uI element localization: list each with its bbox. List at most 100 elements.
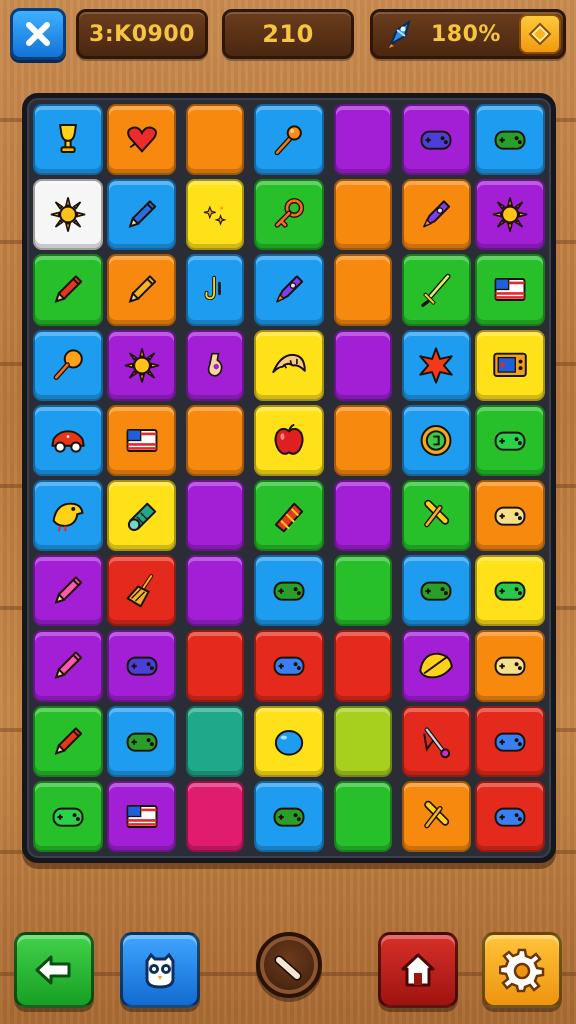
tile-r2-c7[interactable] [475,179,545,251]
tile-r4-c1[interactable] [33,329,103,401]
tile-r6-c5[interactable] [333,479,392,552]
tile-r2-c1[interactable] [33,179,103,251]
tile-r5-c7[interactable] [475,404,545,476]
pencil-icon [54,576,82,605]
tile-r1-c6[interactable] [401,104,472,176]
tile-r2-c3[interactable] [186,179,245,251]
potion-icon [207,352,223,377]
tile-r1-c1[interactable] [33,104,103,176]
tile-r10-c1[interactable] [33,780,103,852]
tile-r5-c4[interactable] [254,404,324,476]
tile-r10-c7[interactable] [475,780,545,852]
tile-r4-c3[interactable] [186,329,245,401]
tile-r5-c1[interactable] [33,404,103,476]
tile-r6-c3[interactable] [186,479,245,552]
tile-r4-c7[interactable] [475,329,545,401]
tile-r2-c4[interactable] [254,179,324,251]
tile-r3-c3[interactable] [186,254,245,326]
tile-r2-c6[interactable] [401,179,472,251]
tile-r8-c1[interactable] [33,630,103,702]
tile-r9-c1[interactable] [33,705,103,777]
tile-r5-c5[interactable] [333,404,392,476]
tile-r7-c3[interactable] [186,555,245,627]
tile-r9-c2[interactable] [106,705,177,777]
rocket-gem-icon [388,19,411,48]
gamepad-icon [494,581,526,601]
tile-r7-c1[interactable] [33,555,103,627]
settings-button[interactable] [482,932,562,1008]
tile-r7-c2[interactable] [106,555,177,627]
close-button[interactable] [10,8,66,60]
tv-icon [493,352,527,377]
candy-bar-icon [274,502,304,533]
back-button[interactable] [14,932,94,1008]
tile-r3-c2[interactable] [106,254,177,326]
tile-r7-c5[interactable] [333,555,392,627]
hammer-icon [424,800,450,829]
tile-r7-c7[interactable] [475,555,545,627]
hint-button[interactable] [120,932,200,1008]
tile-r8-c2[interactable] [106,630,177,702]
pencil-icon [128,275,156,304]
tile-r6-c2[interactable] [106,479,177,552]
tile-r5-c2[interactable] [106,404,177,476]
tile-r5-c6[interactable] [401,404,472,476]
tile-r1-c2[interactable] [106,104,177,176]
tile-r6-c4[interactable] [254,479,324,552]
tile-r9-c4[interactable] [254,705,324,777]
car-icon [51,430,85,453]
tile-r4-c6[interactable] [401,329,472,401]
score-text: 210 [262,20,314,48]
tile-r9-c7[interactable] [475,705,545,777]
tile-r8-c3[interactable] [186,630,245,702]
tile-r10-c2[interactable] [106,780,177,852]
tile-r1-c7[interactable] [475,104,545,176]
tile-r1-c4[interactable] [254,104,324,176]
tile-r6-c6[interactable] [401,479,472,552]
tile-r6-c7[interactable] [475,479,545,552]
taco-icon [419,653,454,679]
tile-r3-c7[interactable] [475,254,545,326]
tile-r8-c7[interactable] [475,630,545,702]
tile-r7-c4[interactable] [254,555,324,627]
tile-r3-c6[interactable] [401,254,472,326]
tile-r9-c3[interactable] [186,705,245,777]
tile-r4-c4[interactable] [254,329,324,401]
gamepad-icon [494,732,526,752]
tile-r10-c6[interactable] [401,780,472,852]
tile-r5-c3[interactable] [186,404,245,476]
tile-r6-c1[interactable] [33,479,103,552]
gamepad-icon [420,130,452,150]
tile-r10-c5[interactable] [333,780,392,852]
gamepad-icon [420,581,452,601]
tile-r8-c6[interactable] [401,630,472,702]
tile-r4-c2[interactable] [106,329,177,401]
bonus-button[interactable] [519,14,561,54]
tile-r3-c4[interactable] [254,254,324,326]
croissant-icon [272,353,306,373]
tile-r4-c5[interactable] [333,329,392,401]
tile-r8-c5[interactable] [333,630,392,702]
tile-r10-c3[interactable] [186,780,245,852]
tile-r9-c6[interactable] [401,705,472,777]
tile-r7-c6[interactable] [401,555,472,627]
tile-r8-c4[interactable] [254,630,324,702]
tile-r3-c5[interactable] [333,254,392,326]
tile-r3-c1[interactable] [33,254,103,326]
hammer-icon [424,499,450,528]
tile-r1-c5[interactable] [333,104,392,176]
tile-r1-c3[interactable] [186,104,245,176]
tile-r2-c2[interactable] [106,179,177,251]
bird-icon [52,502,84,532]
gamepad-icon [126,732,157,752]
heart-bubble-icon [126,126,157,153]
home-button[interactable] [378,932,458,1008]
shuffle-button[interactable] [256,932,322,998]
tile-r9-c5[interactable] [333,705,392,777]
tile-r10-c4[interactable] [254,780,324,852]
rocket-icon [423,200,451,228]
flag-icon [126,428,157,452]
arrow-left-icon [35,955,71,985]
flag-icon [126,804,157,828]
tile-r2-c5[interactable] [333,179,392,251]
